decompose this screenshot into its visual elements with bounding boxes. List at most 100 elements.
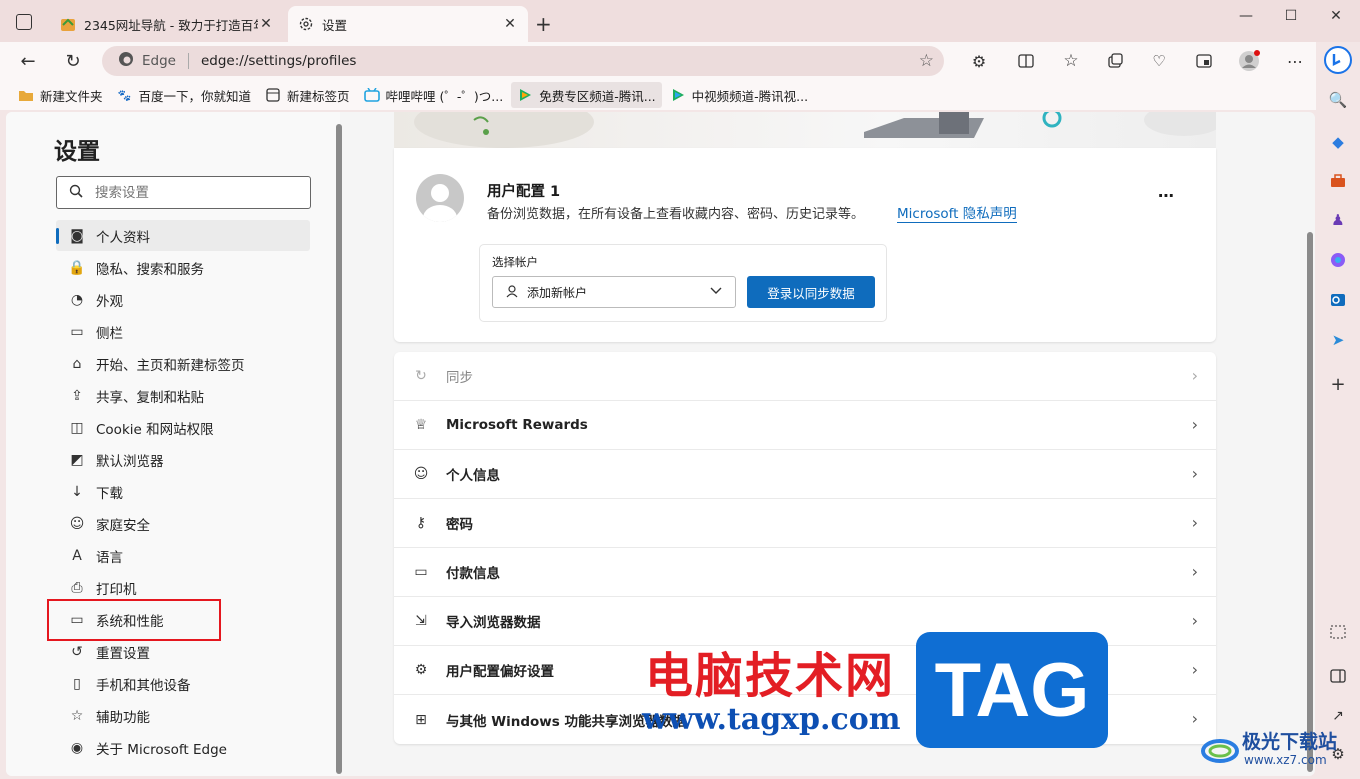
- close-tab-icon[interactable]: ✕: [258, 16, 274, 32]
- nav-item[interactable]: ↓ 下载: [56, 476, 310, 507]
- search-icon[interactable]: 🔍: [1326, 88, 1350, 112]
- address-separator: [187, 53, 189, 69]
- nav-item[interactable]: ▯ 手机和其他设备: [56, 668, 310, 699]
- nav-item[interactable]: ⌂ 开始、主页和新建标签页: [56, 348, 310, 379]
- nav-scrollbar[interactable]: [336, 124, 342, 774]
- nav-item[interactable]: ◙ 个人资料: [56, 220, 310, 251]
- bookmark-baidu[interactable]: 🐾 百度一下，你就知道: [111, 82, 258, 108]
- copilot-icon[interactable]: [1324, 46, 1352, 74]
- screenshot-icon[interactable]: [1192, 49, 1216, 73]
- profile-list-row[interactable]: ♕ Microsoft Rewards ›: [394, 401, 1216, 450]
- bookmark-tencent-mid[interactable]: 中视频频道-腾讯视...: [664, 82, 814, 108]
- profile-list-label: 个人信息: [446, 468, 500, 484]
- rewards-icon: ♕: [414, 417, 428, 433]
- microsoft365-icon[interactable]: [1326, 248, 1350, 272]
- nav-item-label: 关于 Microsoft Edge: [96, 741, 227, 758]
- profile-list-row[interactable]: ▭ 付款信息 ›: [394, 548, 1216, 597]
- content-scrollbar[interactable]: [1307, 232, 1313, 772]
- favorite-star-icon[interactable]: ☆: [919, 51, 934, 71]
- nav-item-label: 打印机: [96, 581, 137, 598]
- collections-icon[interactable]: [1103, 49, 1127, 73]
- url-text[interactable]: edge://settings/profiles: [201, 53, 356, 69]
- address-bar[interactable]: Edge edge://settings/profiles ☆: [102, 46, 944, 76]
- add-sidebar-app-icon[interactable]: +: [1326, 372, 1350, 396]
- watermark-cn-text: 电脑技术网: [645, 648, 896, 704]
- send-icon[interactable]: ➤: [1326, 328, 1350, 352]
- nav-item[interactable]: 🔒 隐私、搜索和服务: [56, 252, 310, 283]
- favorites-icon[interactable]: ☆: [1059, 49, 1083, 73]
- browser-icon: ◩: [70, 451, 84, 468]
- profile-banner: [394, 112, 1224, 148]
- close-window-button[interactable]: ✕: [1321, 8, 1351, 28]
- person-icon: [505, 284, 519, 301]
- page-title: 设置: [54, 139, 100, 165]
- nav-item[interactable]: ◩ 默认浏览器: [56, 444, 310, 475]
- nav-item[interactable]: ◔ 外观: [56, 284, 310, 315]
- account-avatar-icon[interactable]: [1237, 49, 1261, 73]
- search-box[interactable]: [56, 176, 311, 209]
- outlook-icon[interactable]: [1326, 288, 1350, 312]
- profile-list-label: 导入浏览器数据: [446, 615, 541, 631]
- watermark-tag-logo: TAG: [916, 632, 1108, 748]
- bookmark-tencent-free[interactable]: 免费专区频道-腾讯...: [511, 82, 662, 108]
- bookmark-label: 新建标签页: [287, 88, 350, 104]
- bookmark-label: 百度一下，你就知道: [138, 88, 252, 104]
- baidu-paw-icon: 🐾: [117, 88, 132, 102]
- privacy-link[interactable]: Microsoft 隐私声明: [897, 202, 1017, 223]
- bookmark-new-tab[interactable]: 新建标签页: [259, 82, 356, 108]
- more-options-icon[interactable]: ⋯: [1158, 186, 1175, 205]
- home-icon: ⌂: [72, 355, 82, 372]
- hide-sidebar-icon[interactable]: [1326, 664, 1350, 688]
- nav-item-label: 侧栏: [96, 325, 123, 342]
- screen-capture-icon[interactable]: [1326, 620, 1350, 644]
- account-label: 选择帐户: [492, 255, 538, 269]
- import-icon: ⇲: [415, 613, 427, 629]
- nav-item[interactable]: ◉ 关于 Microsoft Edge: [56, 732, 310, 763]
- profile-list-row[interactable]: ↻ 同步 ›: [394, 352, 1216, 401]
- edge-logo-icon: [118, 51, 134, 71]
- bookmark-bilibili[interactable]: 哔哩哔哩 (゜-゜)つ...: [358, 82, 510, 108]
- nav-item-label: 重置设置: [96, 645, 150, 662]
- chevron-right-icon: ›: [1191, 366, 1198, 385]
- edge-icon: ◉: [70, 739, 84, 756]
- chevron-right-icon: ›: [1191, 562, 1198, 581]
- tab-actions-icon[interactable]: [16, 14, 32, 30]
- maximize-button[interactable]: ☐: [1276, 8, 1306, 28]
- bookmark-label: 免费专区频道-腾讯...: [539, 88, 656, 104]
- tab-2345[interactable]: 2345网址导航 - 致力于打造百年品牌 ✕: [50, 6, 284, 42]
- bookmark-folder[interactable]: 新建文件夹: [12, 82, 109, 108]
- new-tab-button[interactable]: +: [535, 12, 552, 36]
- extensions-icon[interactable]: ⚙: [967, 49, 991, 73]
- tools-icon[interactable]: [1326, 169, 1350, 193]
- watermark-logo-text: 极光下载站: [1242, 731, 1338, 753]
- split-screen-icon[interactable]: [1014, 49, 1038, 73]
- navigation-bar: ← ↻ Edge edge://settings/profiles ☆ ⚙ ☆ …: [0, 42, 1316, 80]
- minimize-button[interactable]: —: [1231, 8, 1261, 28]
- back-button[interactable]: ←: [16, 49, 40, 73]
- games-icon[interactable]: ♟: [1326, 208, 1350, 232]
- reset-icon: ↺: [71, 643, 83, 660]
- refresh-button[interactable]: ↻: [61, 49, 85, 73]
- account-dropdown[interactable]: 添加新帐户: [492, 276, 736, 308]
- nav-item[interactable]: ⇪ 共享、复制和粘贴: [56, 380, 310, 411]
- browser-essentials-icon[interactable]: ♡: [1147, 49, 1171, 73]
- close-tab-icon[interactable]: ✕: [502, 16, 518, 32]
- profile-list-row[interactable]: ☺ 个人信息 ›: [394, 450, 1216, 499]
- nav-item[interactable]: ▭ 侧栏: [56, 316, 310, 347]
- nav-item[interactable]: A 语言: [56, 540, 310, 571]
- chevron-right-icon: ›: [1191, 513, 1198, 532]
- printer-icon: ⎙: [71, 579, 83, 596]
- profile-list-row[interactable]: ⚷ 密码 ›: [394, 499, 1216, 548]
- nav-item[interactable]: ◫ Cookie 和网站权限: [56, 412, 310, 443]
- watermark-site-logo: 极光下载站 www.xz7.com: [1200, 725, 1352, 773]
- nav-item-label: 手机和其他设备: [96, 677, 191, 694]
- signin-sync-button[interactable]: 登录以同步数据: [747, 276, 875, 308]
- shopping-tag-icon[interactable]: ◆: [1326, 130, 1350, 154]
- watermark-logo-url: www.xz7.com: [1244, 753, 1327, 767]
- share-icon: ⇪: [71, 387, 83, 404]
- nav-item[interactable]: ☆ 辅助功能: [56, 700, 310, 731]
- search-input[interactable]: [95, 184, 285, 201]
- more-menu-icon[interactable]: ⋯: [1283, 49, 1307, 73]
- tab-settings[interactable]: 设置 ✕: [288, 6, 528, 42]
- nav-item[interactable]: ☺ 家庭安全: [56, 508, 310, 539]
